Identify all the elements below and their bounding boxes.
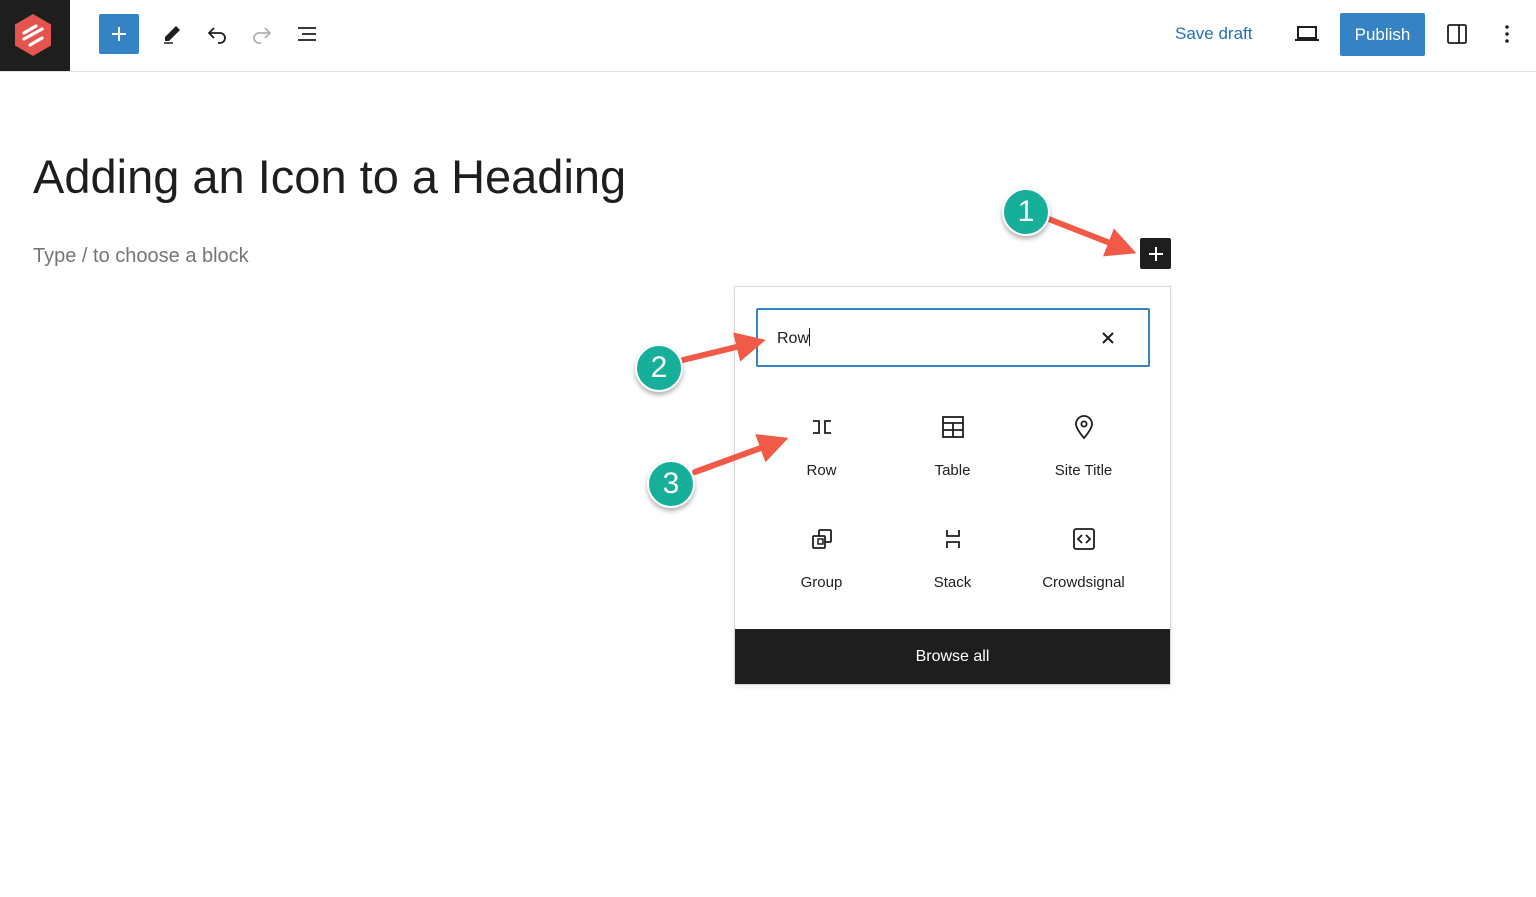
annotation-arrow-2 <box>680 332 766 363</box>
annotation-arrows <box>680 215 1137 475</box>
annotation-badge-1: 1 <box>1002 188 1050 236</box>
annotation-badge-3: 3 <box>647 460 695 508</box>
annotation-arrow-1 <box>1043 215 1137 257</box>
annotation-arrow-3 <box>692 434 789 475</box>
annotation-badge-2: 2 <box>635 344 683 392</box>
